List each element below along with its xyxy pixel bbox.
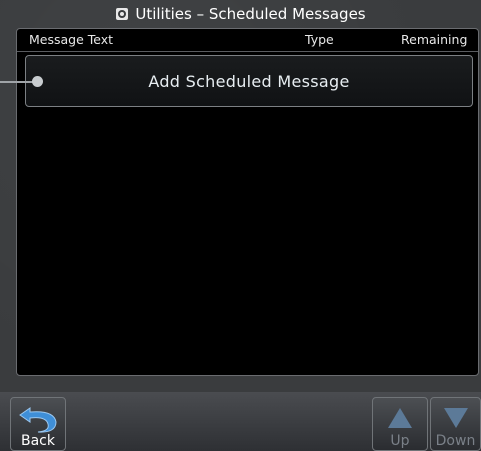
utilities-icon [115,7,129,21]
add-scheduled-message-button[interactable]: Add Scheduled Message [25,55,473,107]
up-label: Up [390,433,410,449]
column-header-remaining: Remaining [401,32,468,47]
column-header-type: Type [305,32,334,47]
callout-dot [32,76,43,87]
page-title: Utilities – Scheduled Messages [135,5,366,23]
down-arrow-icon [431,404,480,434]
screen: Utilities – Scheduled Messages Message T… [0,0,481,451]
column-headers: Message Text Type Remaining [17,29,478,52]
back-label: Back [21,433,55,449]
down-label: Down [435,433,476,449]
column-header-message-text: Message Text [29,32,114,47]
scheduled-messages-panel: Message Text Type Remaining Add Schedule… [16,28,479,376]
back-button[interactable]: Back [10,397,66,451]
title-bar: Utilities – Scheduled Messages [0,0,481,28]
add-scheduled-message-label: Add Scheduled Message [148,71,350,91]
down-button[interactable]: Down [430,397,481,451]
back-arrow-icon [11,404,65,434]
up-arrow-icon [373,404,427,434]
up-button[interactable]: Up [372,397,428,451]
